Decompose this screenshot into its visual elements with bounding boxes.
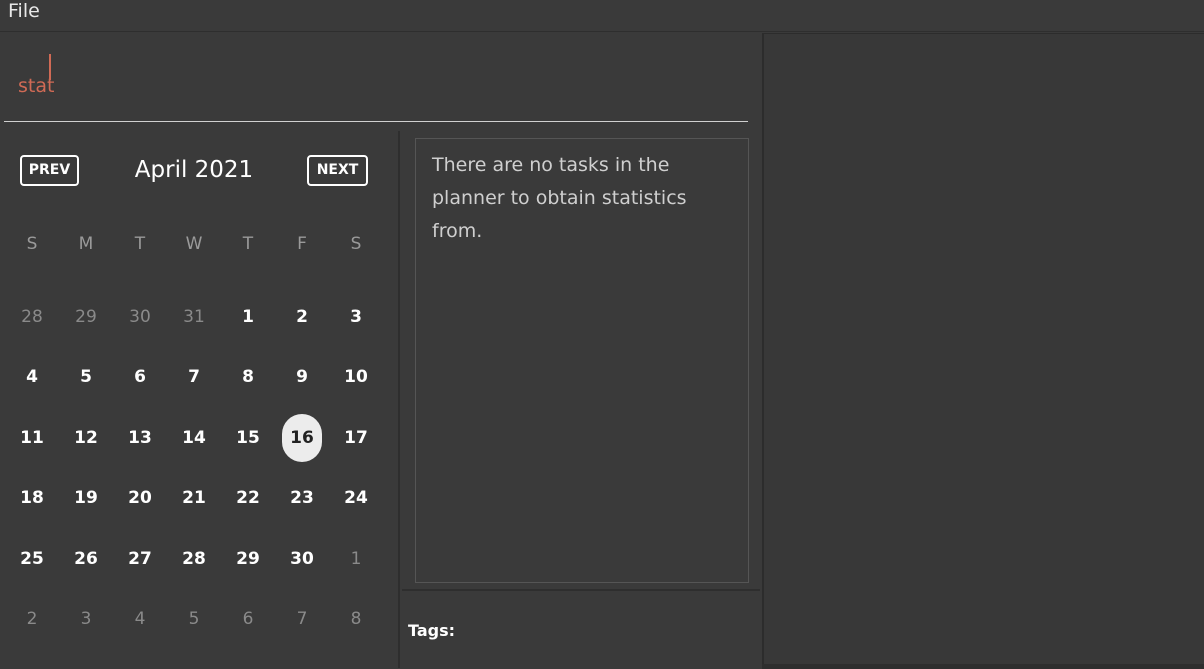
calendar-day[interactable]: 12 [66,418,106,458]
file-menu[interactable]: File [8,0,40,22]
calendar-month-title: April 2021 [134,157,254,183]
command-box [0,33,760,129]
calendar-day[interactable]: 22 [228,478,268,518]
right-pane-footer [762,664,1204,669]
calendar-day[interactable]: 14 [174,418,214,458]
calendar-day[interactable]: 30 [282,539,322,579]
calendar-day[interactable]: 24 [336,478,376,518]
calendar-day[interactable]: 7 [174,357,214,397]
calendar-day[interactable]: 20 [120,478,160,518]
calendar-day[interactable]: 23 [282,478,322,518]
calendar-day[interactable]: 2 [12,599,52,639]
statistics-panel: There are no tasks in the planner to obt… [415,138,749,583]
weekday-header: S [350,234,362,254]
weekday-header: F [297,234,307,254]
calendar-day[interactable]: 8 [228,357,268,397]
calendar-day[interactable]: 10 [336,357,376,397]
calendar-day[interactable]: 18 [12,478,52,518]
tags-label: Tags: [408,621,456,640]
menu-bar: File [0,0,1204,32]
statistics-message: There are no tasks in the planner to obt… [432,154,687,242]
left-pane: PREV April 2021 NEXT SMTWTFS282930311234… [0,33,760,669]
calendar-day[interactable]: 17 [336,418,376,458]
right-pane [762,33,1204,664]
tags-area: Tags: [402,589,760,669]
calendar-day[interactable]: 8 [336,599,376,639]
calendar-day[interactable]: 1 [336,539,376,579]
calendar-day[interactable]: 25 [12,539,52,579]
text-caret [49,54,51,80]
calendar-day[interactable]: 30 [120,297,160,337]
weekday-header: T [134,234,146,254]
calendar-day[interactable]: 1 [228,297,268,337]
calendar-day[interactable]: 15 [228,418,268,458]
calendar-day[interactable]: 11 [12,418,52,458]
calendar-day[interactable]: 29 [228,539,268,579]
calendar-day[interactable]: 6 [228,599,268,639]
calendar-day[interactable]: 31 [174,297,214,337]
calendar-day[interactable]: 4 [12,357,52,397]
calendar-day[interactable]: 3 [336,297,376,337]
calendar-day[interactable]: 27 [120,539,160,579]
calendar-day[interactable]: 6 [120,357,160,397]
calendar-day[interactable]: 26 [66,539,106,579]
command-input[interactable] [4,33,748,122]
calendar-day[interactable]: 29 [66,297,106,337]
weekday-header: M [78,234,94,254]
next-month-button[interactable]: NEXT [307,155,368,186]
calendar-day[interactable]: 21 [174,478,214,518]
calendar-day[interactable]: 28 [12,297,52,337]
calendar-day[interactable]: 4 [120,599,160,639]
calendar-day[interactable]: 2 [282,297,322,337]
calendar-day[interactable]: 9 [282,357,322,397]
calendar-day[interactable]: 28 [174,539,214,579]
calendar-day[interactable]: 19 [66,478,106,518]
calendar-day[interactable]: 3 [66,599,106,639]
weekday-header: T [242,234,254,254]
calendar-day[interactable]: 7 [282,599,322,639]
calendar-panel: PREV April 2021 NEXT S M T W T F S 28 29 30 31 1 2 3 4… [0,131,400,668]
calendar-day[interactable]: 5 [66,357,106,397]
calendar-day[interactable]: 13 [120,418,160,458]
calendar-day-today[interactable]: 16 [282,414,322,462]
calendar-day[interactable]: 5 [174,599,214,639]
prev-month-button[interactable]: PREV [20,155,79,186]
weekday-header: S [26,234,38,254]
weekday-header: W [185,234,203,254]
